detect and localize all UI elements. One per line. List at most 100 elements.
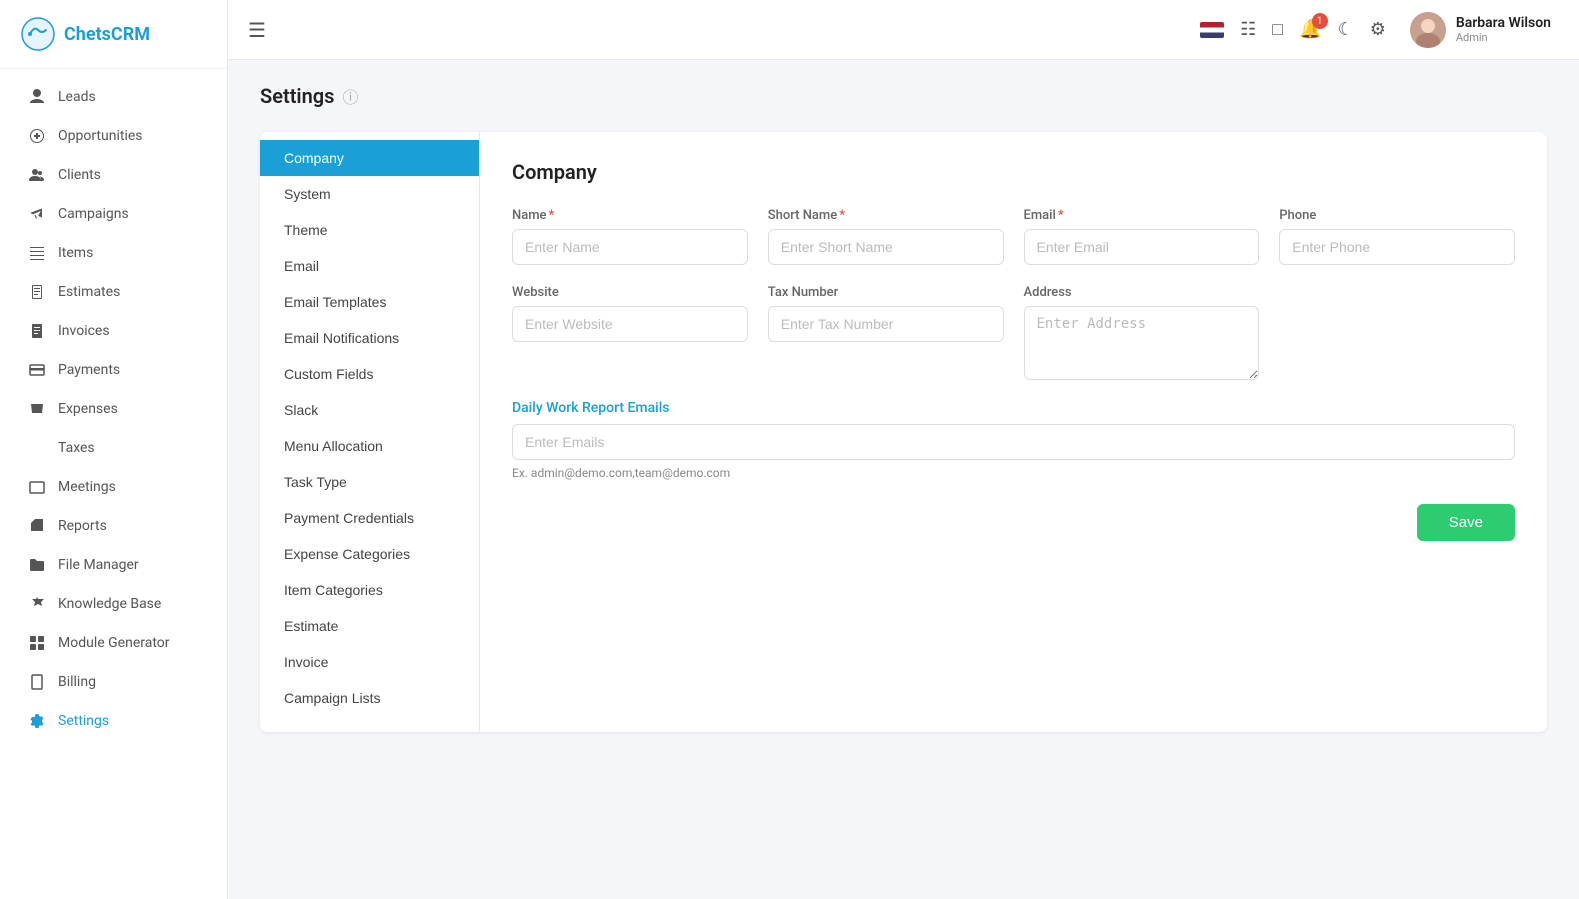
sidebar-label-knowledge-base: Knowledge Base — [58, 596, 161, 612]
reports-icon — [28, 517, 46, 535]
settings-menu-email[interactable]: Email — [260, 248, 479, 284]
label-website: Website — [512, 285, 748, 300]
input-name[interactable] — [512, 229, 748, 265]
sidebar-item-campaigns[interactable]: Campaigns — [8, 195, 219, 233]
sidebar-label-expenses: Expenses — [58, 401, 118, 417]
settings-icon — [28, 712, 46, 730]
sidebar-item-payments[interactable]: Payments — [8, 351, 219, 389]
sidebar-item-expenses[interactable]: Expenses — [8, 390, 219, 428]
form-group-short-name: Short Name* — [768, 208, 1004, 265]
input-tax-number[interactable] — [768, 306, 1004, 342]
billing-icon — [28, 673, 46, 691]
form-group-tax-number: Tax Number — [768, 285, 1004, 380]
grid-icon[interactable]: ☷ — [1240, 19, 1256, 40]
page-header: Settings ⓘ — [260, 84, 1547, 108]
input-daily-emails[interactable] — [512, 424, 1515, 460]
module-generator-icon — [28, 634, 46, 652]
sidebar-label-campaigns: Campaigns — [58, 206, 129, 222]
leads-icon — [28, 88, 46, 106]
settings-menu-email-templates[interactable]: Email Templates — [260, 284, 479, 320]
sidebar-item-module-generator[interactable]: Module Generator — [8, 624, 219, 662]
form-row-2: Website Tax Number Address — [512, 285, 1515, 380]
input-email[interactable] — [1024, 229, 1260, 265]
save-button[interactable]: Save — [1417, 504, 1515, 541]
language-flag[interactable] — [1200, 22, 1224, 38]
label-phone: Phone — [1279, 208, 1515, 223]
sidebar-label-opportunities: Opportunities — [58, 128, 143, 144]
label-tax-number: Tax Number — [768, 285, 1004, 300]
settings-icon[interactable]: ⚙ — [1370, 19, 1386, 40]
items-icon — [28, 244, 46, 262]
input-website[interactable] — [512, 306, 748, 342]
settings-menu-theme[interactable]: Theme — [260, 212, 479, 248]
page-info-icon[interactable]: ⓘ — [342, 84, 358, 108]
invoices-icon — [28, 322, 46, 340]
sidebar-item-leads[interactable]: Leads — [8, 78, 219, 116]
input-short-name[interactable] — [768, 229, 1004, 265]
settings-menu-menu-allocation[interactable]: Menu Allocation — [260, 428, 479, 464]
form-group-name: Name* — [512, 208, 748, 265]
sidebar-item-settings[interactable]: Settings — [8, 702, 219, 740]
sidebar-label-clients: Clients — [58, 167, 101, 183]
expenses-icon — [28, 400, 46, 418]
knowledge-base-icon — [28, 595, 46, 613]
main-area: ☰ ☷ □ 🔔 1 ☾ ⚙ Barbara Wilson A — [228, 0, 1579, 899]
form-group-phone: Phone — [1279, 208, 1515, 265]
notification-badge: 1 — [1312, 13, 1328, 29]
settings-menu-system[interactable]: System — [260, 176, 479, 212]
sidebar-item-items[interactable]: Items — [8, 234, 219, 272]
daily-emails-label: Daily Work Report Emails — [512, 400, 1515, 416]
emails-hint: Ex. admin@demo.com,team@demo.com — [512, 466, 1515, 480]
settings-menu-item-categories[interactable]: Item Categories — [260, 572, 479, 608]
sidebar-item-opportunities[interactable]: Opportunities — [8, 117, 219, 155]
user-menu[interactable]: Barbara Wilson Admin — [1402, 8, 1559, 52]
sidebar-item-billing[interactable]: Billing — [8, 663, 219, 701]
settings-sidebar: CompanySystemThemeEmailEmail TemplatesEm… — [260, 132, 480, 732]
sidebar-label-leads: Leads — [58, 89, 96, 105]
form-group-website: Website — [512, 285, 748, 380]
sidebar-label-estimates: Estimates — [58, 284, 120, 300]
sidebar-label-items: Items — [58, 245, 93, 261]
settings-menu-expense-categories[interactable]: Expense Categories — [260, 536, 479, 572]
sidebar-label-settings: Settings — [58, 713, 109, 729]
label-address: Address — [1024, 285, 1260, 300]
input-address[interactable] — [1024, 306, 1260, 380]
settings-menu-campaign-lists[interactable]: Campaign Lists — [260, 680, 479, 716]
theme-toggle-icon[interactable]: ☾ — [1338, 19, 1354, 40]
sidebar-item-taxes[interactable]: Taxes — [8, 429, 219, 467]
sidebar-item-invoices[interactable]: Invoices — [8, 312, 219, 350]
notifications-icon[interactable]: 🔔 1 — [1299, 19, 1321, 40]
sidebar-item-meetings[interactable]: Meetings — [8, 468, 219, 506]
estimates-icon — [28, 283, 46, 301]
settings-menu-invoice[interactable]: Invoice — [260, 644, 479, 680]
fullscreen-icon[interactable]: □ — [1272, 19, 1283, 40]
sidebar-item-estimates[interactable]: Estimates — [8, 273, 219, 311]
sidebar-item-file-manager[interactable]: File Manager — [8, 546, 219, 584]
sidebar-label-payments: Payments — [58, 362, 120, 378]
settings-menu-slack[interactable]: Slack — [260, 392, 479, 428]
sidebar-nav: Leads Opportunities Clients Campaigns Items E… — [0, 69, 227, 899]
settings-menu-custom-fields[interactable]: Custom Fields — [260, 356, 479, 392]
form-row-1: Name* Short Name* Email* — [512, 208, 1515, 265]
meetings-icon — [28, 478, 46, 496]
sidebar-item-reports[interactable]: Reports — [8, 507, 219, 545]
sidebar: ChetsCRM Leads Opportunities Clients Campai… — [0, 0, 228, 899]
clients-icon — [28, 166, 46, 184]
sidebar-label-module-generator: Module Generator — [58, 635, 170, 651]
topbar-icons: ☷ □ 🔔 1 ☾ ⚙ — [1200, 19, 1386, 40]
settings-menu-company[interactable]: Company — [260, 140, 479, 176]
content-area: Settings ⓘ CompanySystemThemeEmailEmail … — [228, 60, 1579, 899]
settings-menu-estimate[interactable]: Estimate — [260, 608, 479, 644]
sidebar-item-clients[interactable]: Clients — [8, 156, 219, 194]
sidebar-label-file-manager: File Manager — [58, 557, 139, 573]
logo-area: ChetsCRM — [0, 0, 227, 69]
sidebar-label-invoices: Invoices — [58, 323, 110, 339]
settings-menu-task-type[interactable]: Task Type — [260, 464, 479, 500]
settings-menu-email-notifications[interactable]: Email Notifications — [260, 320, 479, 356]
settings-menu-payment-credentials[interactable]: Payment Credentials — [260, 500, 479, 536]
settings-layout: CompanySystemThemeEmailEmail TemplatesEm… — [260, 132, 1547, 732]
hamburger-menu[interactable]: ☰ — [248, 18, 266, 42]
input-phone[interactable] — [1279, 229, 1515, 265]
opportunities-icon — [28, 127, 46, 145]
sidebar-item-knowledge-base[interactable]: Knowledge Base — [8, 585, 219, 623]
